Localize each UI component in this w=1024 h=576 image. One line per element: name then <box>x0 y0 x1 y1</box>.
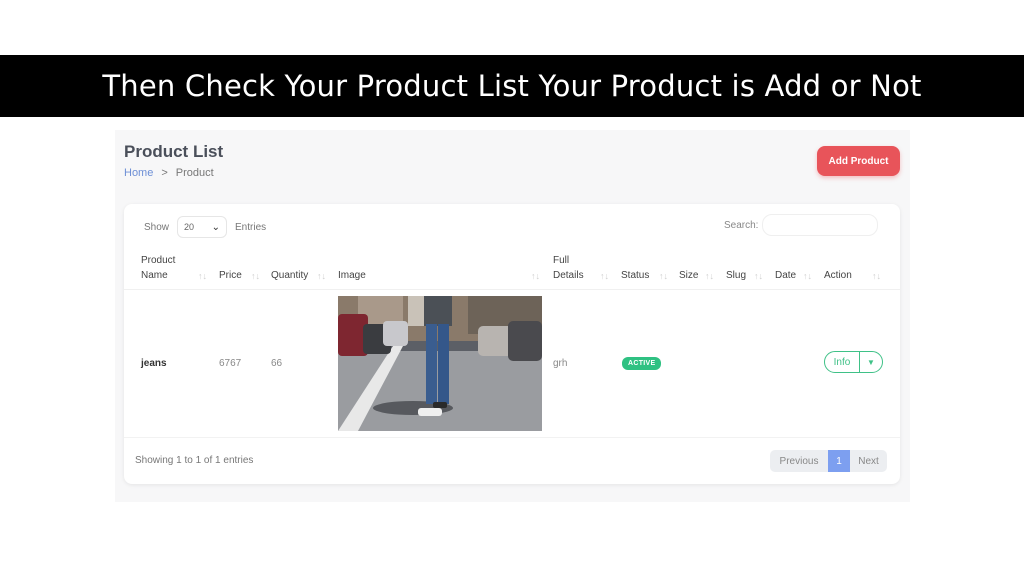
sort-arrows-icon[interactable]: ↑↓ <box>600 271 609 281</box>
sort-arrows-icon[interactable]: ↑↓ <box>251 271 260 281</box>
column-label: Details <box>553 270 584 281</box>
search-input[interactable] <box>762 214 879 236</box>
sort-arrows-icon[interactable]: ↑↓ <box>872 271 881 281</box>
add-product-button[interactable]: Add Product <box>817 146 900 176</box>
caret-down-icon[interactable]: ▼ <box>860 352 882 372</box>
previous-page-button[interactable]: Previous <box>770 450 828 472</box>
chevron-down-icon: ⌄ <box>211 221 221 233</box>
entries-label: Entries <box>235 221 267 233</box>
cell-price: 6767 <box>219 358 242 369</box>
breadcrumb-current: Product <box>175 167 214 179</box>
cell-quantity: 66 <box>271 358 283 369</box>
table-row: jeans 6767 66 grh ACTIVE Info ▼ <box>124 294 900 438</box>
status-badge: ACTIVE <box>622 357 662 370</box>
product-image <box>338 296 542 431</box>
page-title: Product List <box>124 142 224 161</box>
column-slug[interactable]: Slug <box>726 268 746 283</box>
page-size-value: 20 <box>184 222 195 232</box>
sort-arrows-icon[interactable]: ↑↓ <box>198 271 207 281</box>
sort-arrows-icon[interactable]: ↑↓ <box>803 271 812 281</box>
slide-banner: Then Check Your Product List Your Produc… <box>0 55 1024 117</box>
column-full-details[interactable]: Full Details <box>553 253 584 283</box>
action-button-group: Info ▼ <box>824 351 883 373</box>
pagination: Previous 1 Next <box>770 450 887 472</box>
column-quantity[interactable]: Quantity <box>271 268 308 283</box>
cell-full-details: grh <box>553 358 568 369</box>
product-table-card: Show 20 ⌄ Entries Search: Product Name ↑… <box>124 204 900 484</box>
breadcrumb-home-link[interactable]: Home <box>124 167 153 179</box>
show-label: Show <box>144 221 170 233</box>
column-label: Product <box>141 255 176 266</box>
cell-product-name: jeans <box>141 358 167 369</box>
column-image[interactable]: Image <box>338 268 366 283</box>
sort-arrows-icon[interactable]: ↑↓ <box>705 271 714 281</box>
search-label: Search: <box>724 219 759 231</box>
column-status[interactable]: Status <box>621 268 649 283</box>
banner-title: Then Check Your Product List Your Produc… <box>102 69 922 103</box>
next-page-button[interactable]: Next <box>850 450 887 472</box>
sort-arrows-icon[interactable]: ↑↓ <box>659 271 668 281</box>
breadcrumb-chevron-icon: > <box>161 167 168 179</box>
column-product-name[interactable]: Product Name <box>141 253 175 283</box>
sort-arrows-icon[interactable]: ↑↓ <box>531 271 540 281</box>
page-size-control: Show 20 ⌄ Entries <box>144 216 266 238</box>
column-label: Name <box>141 270 168 281</box>
column-action[interactable]: Action <box>824 268 852 283</box>
column-date[interactable]: Date <box>775 268 796 283</box>
page-size-select[interactable]: 20 ⌄ <box>177 216 228 238</box>
sort-arrows-icon[interactable]: ↑↓ <box>754 271 763 281</box>
breadcrumb: Home > Product <box>124 167 214 179</box>
info-button[interactable]: Info <box>825 352 860 372</box>
sort-arrows-icon[interactable]: ↑↓ <box>317 271 326 281</box>
column-size[interactable]: Size <box>679 268 698 283</box>
search-control: Search: <box>724 214 879 236</box>
column-label: Full <box>553 255 570 266</box>
app-screenshot: Product List Home > Product Add Product … <box>115 130 910 502</box>
column-price[interactable]: Price <box>219 268 242 283</box>
page-1-button[interactable]: 1 <box>828 450 850 472</box>
table-header: Product Name ↑↓ Price ↑↓ Quantity ↑↓ Ima… <box>124 254 900 290</box>
table-summary: Showing 1 to 1 of 1 entries <box>135 455 254 466</box>
